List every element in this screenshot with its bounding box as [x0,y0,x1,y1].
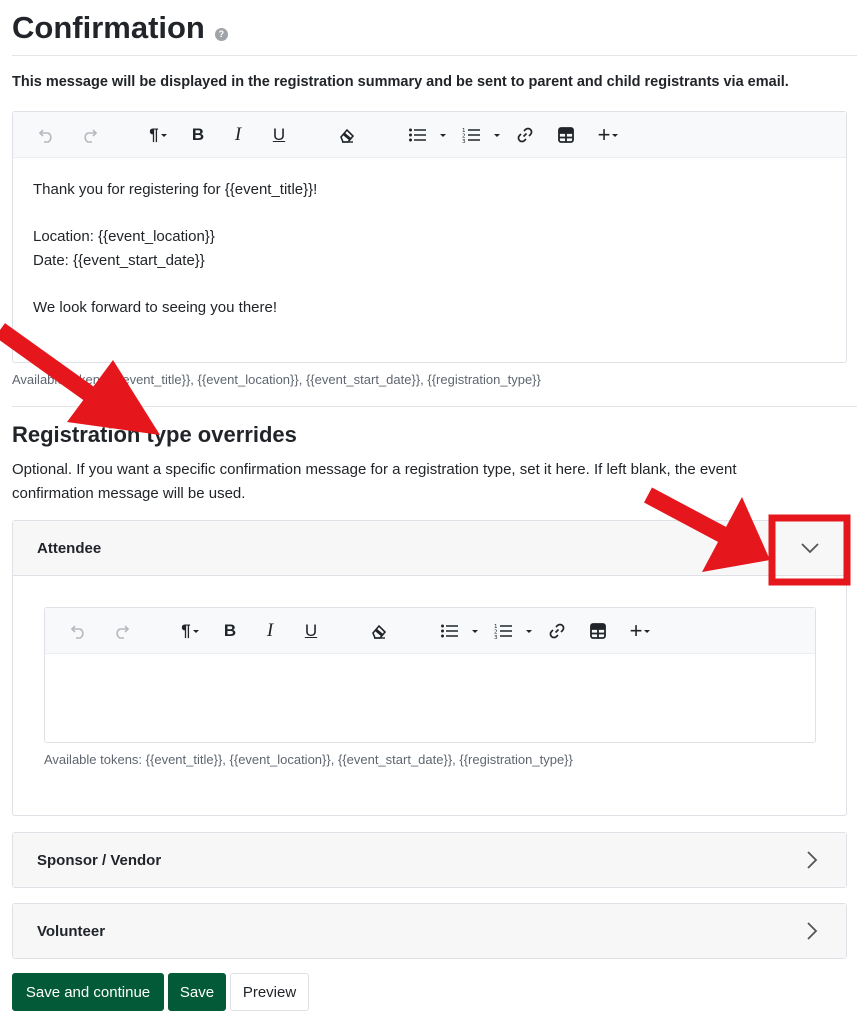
save-and-continue-button[interactable]: Save and continue [12,973,164,1011]
accordion-sponsor-vendor: Sponsor / Vendor [12,832,847,888]
eraser-icon[interactable] [367,608,391,654]
editor-toolbar: ¶ B I U 123 + [45,608,815,654]
caret-down-icon [644,630,651,633]
italic-icon[interactable]: I [228,112,248,158]
redo-icon[interactable] [77,112,101,158]
available-tokens: Available tokens: {{event_title}}, {{eve… [44,752,573,767]
eraser-icon[interactable] [335,112,359,158]
accordion-header-sponsor-vendor[interactable]: Sponsor / Vendor [13,833,846,887]
numbered-list-icon: 123 [494,624,512,639]
bullet-list-button[interactable] [406,112,450,158]
overrides-description: Optional. If you want a specific confirm… [12,461,737,502]
undo-icon[interactable] [35,112,59,158]
editor-line [33,202,826,226]
underline-icon[interactable]: U [301,608,321,654]
editor-line: Date: {{event_start_date}} [33,251,205,269]
accordion-header-volunteer[interactable]: Volunteer [13,904,846,958]
link-icon[interactable] [513,112,537,158]
section-divider [12,406,857,407]
bullet-list-icon [441,624,458,638]
bold-icon[interactable]: B [188,112,208,158]
main-message-editor[interactable]: ¶ B I U 123 + Thank you for registering … [12,111,847,363]
bullet-list-icon [409,128,426,142]
caret-down-icon [526,630,532,633]
attendee-editor-content[interactable] [45,654,815,742]
accordion-label: Attendee [37,539,102,557]
editor-line: Location: {{event_location}} [33,228,215,245]
accordion-label: Sponsor / Vendor [37,851,162,869]
caret-down-icon [160,134,167,137]
caret-down-icon [472,630,478,633]
paragraph-format-button[interactable]: ¶ [175,608,207,654]
overrides-title: Registration type overrides [12,422,297,447]
intro-text: This message will be displayed in the re… [12,74,789,90]
bold-icon[interactable]: B [220,608,240,654]
available-tokens: Available tokens: {{event_title}}, {{eve… [12,372,541,387]
plus-icon: + [629,618,643,643]
header-divider [12,55,857,56]
svg-text:3: 3 [494,635,498,639]
chevron-down-icon[interactable] [800,538,820,558]
redo-icon[interactable] [109,608,133,654]
editor-line: We look forward to seeing you there! [33,298,278,316]
svg-text:3: 3 [462,139,466,143]
accordion-volunteer: Volunteer [12,903,847,959]
main-editor-content[interactable]: Thank you for registering for {{event_ti… [13,158,846,339]
chevron-right-icon[interactable] [802,850,822,870]
insert-more-button[interactable]: + [625,608,657,654]
paragraph-icon: ¶ [149,125,159,144]
numbered-list-icon: 123 [462,128,480,143]
preview-button[interactable]: Preview [230,973,309,1011]
undo-icon[interactable] [67,608,91,654]
bullet-list-button[interactable] [438,608,482,654]
help-icon[interactable]: ? [214,27,228,41]
numbered-list-button[interactable]: 123 [460,112,504,158]
chevron-right-icon[interactable] [802,921,822,941]
editor-toolbar: ¶ B I U 123 + [13,112,846,158]
accordion-header-attendee[interactable]: Attendee [13,521,846,576]
editor-line [33,272,826,296]
underline-icon[interactable]: U [269,112,289,158]
caret-down-icon [440,134,446,137]
accordion-label: Volunteer [37,922,106,940]
paragraph-format-button[interactable]: ¶ [143,112,175,158]
paragraph-icon: ¶ [181,621,191,640]
page-title: Confirmation ? [12,8,228,48]
accordion-attendee: Attendee ¶ B I U 1 2 3 + Available token… [12,520,847,816]
attendee-message-editor[interactable]: ¶ B I U 123 + [44,607,816,743]
caret-down-icon [192,630,199,633]
caret-down-icon [494,134,500,137]
plus-icon: + [597,122,611,147]
save-button[interactable]: Save [168,973,226,1011]
insert-more-button[interactable]: + [593,112,625,158]
table-icon[interactable] [586,608,610,654]
link-icon[interactable] [545,608,569,654]
table-icon[interactable] [554,112,578,158]
italic-icon[interactable]: I [260,608,280,654]
caret-down-icon [612,134,619,137]
page-title-text: Confirmation [12,10,205,45]
editor-line: Thank you for registering for {{event_ti… [33,181,318,198]
numbered-list-button[interactable]: 123 [492,608,536,654]
